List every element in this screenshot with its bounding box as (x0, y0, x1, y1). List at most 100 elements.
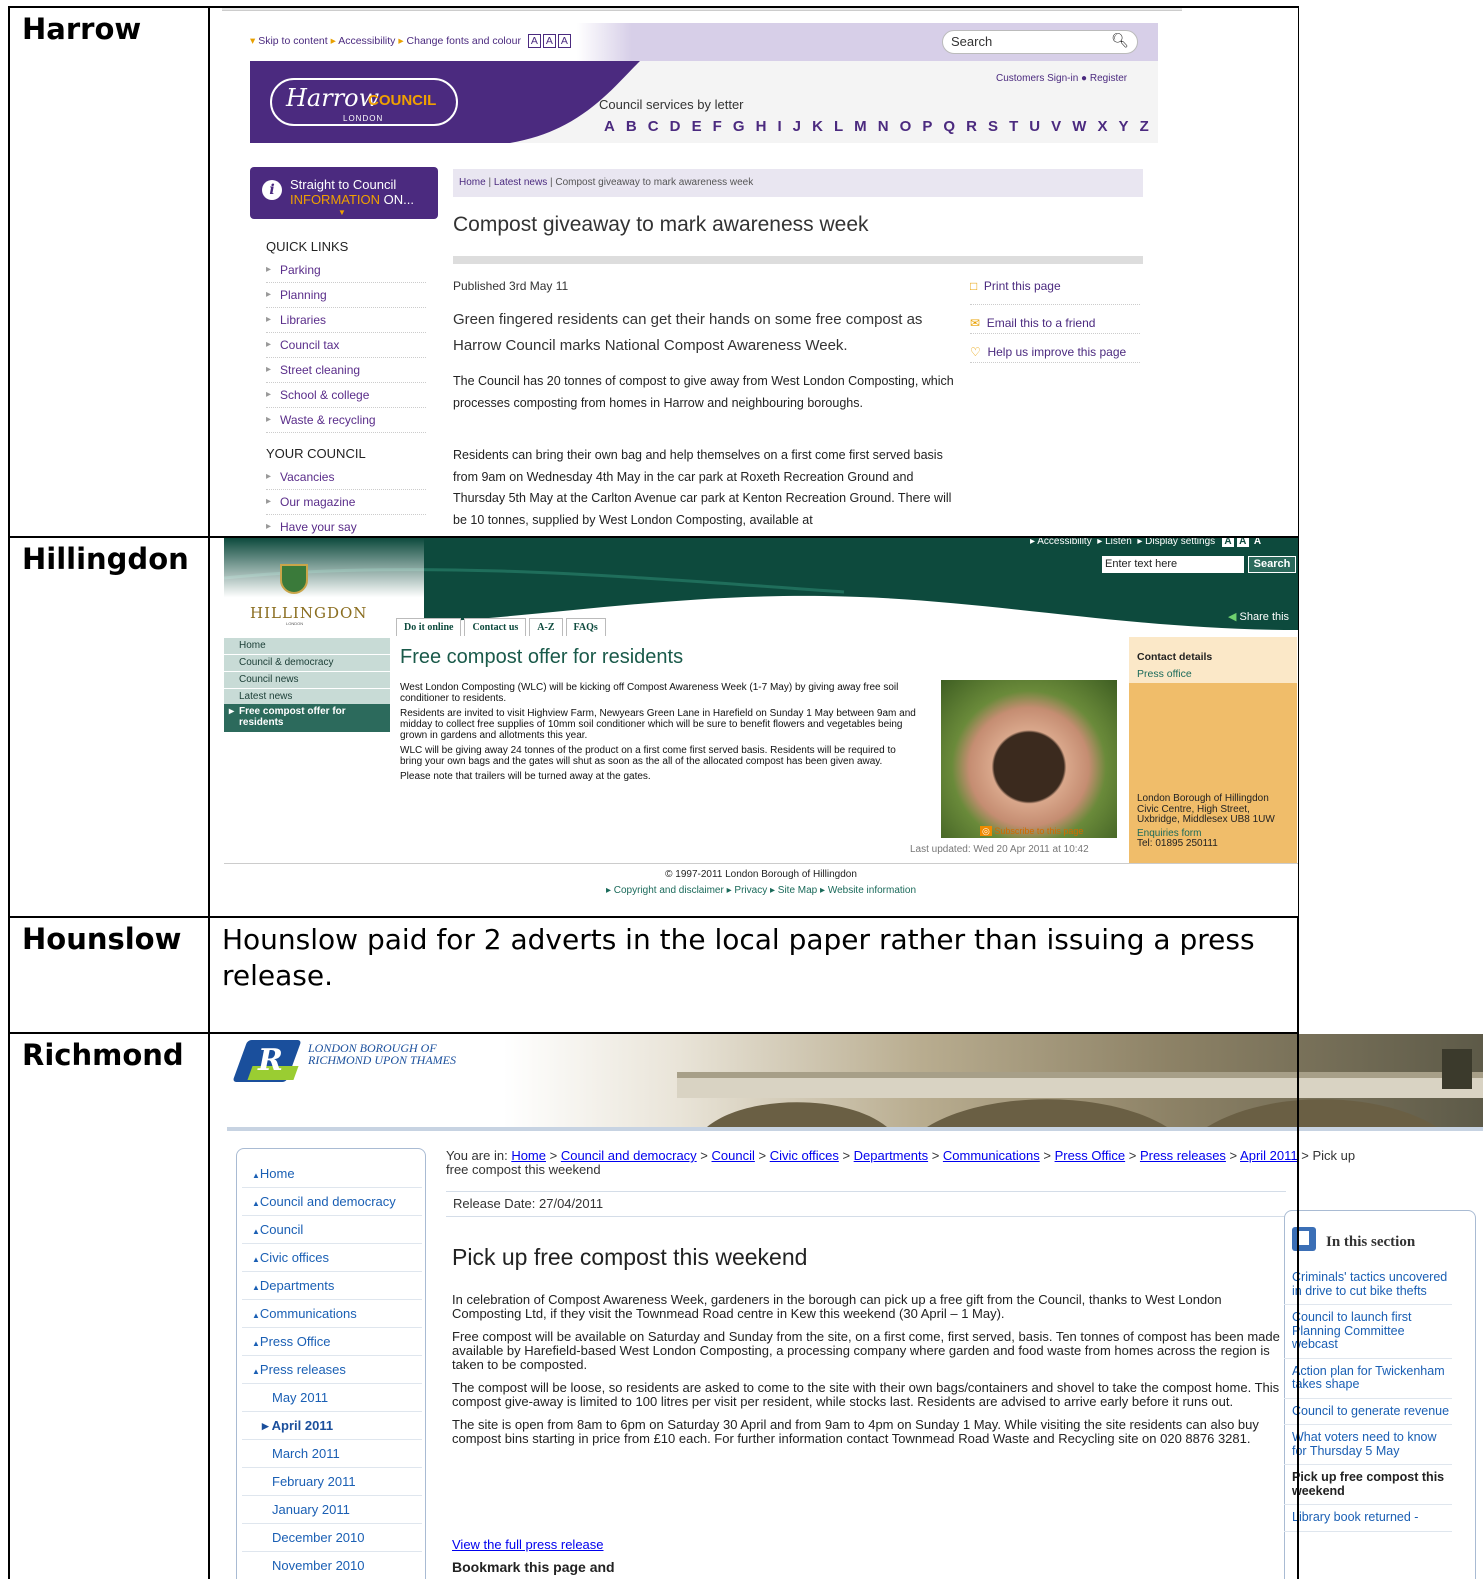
accessibility-link[interactable]: Accessibility (1037, 538, 1091, 547)
breadcrumb-home[interactable]: Home (459, 177, 486, 188)
nav-item[interactable]: ▲Council (242, 1216, 422, 1244)
breadcrumb-news[interactable]: Latest news (494, 177, 547, 188)
quick-link[interactable]: Street cleaning (266, 358, 426, 383)
tab[interactable]: A-Z (529, 618, 563, 636)
letter-link[interactable]: D (670, 118, 681, 135)
breadcrumb-link[interactable]: Council (712, 1148, 755, 1163)
letter-link[interactable]: S (988, 118, 998, 135)
footer-link[interactable]: Copyright and disclaimer (614, 885, 724, 896)
harrow-logo[interactable]: Harrow COUNCIL LONDON (270, 78, 458, 126)
full-release-link[interactable]: View the full press release (452, 1537, 604, 1552)
print-tool[interactable]: □ Print this page (970, 276, 1140, 305)
subscribe-link[interactable]: ◎ Subscribe to this page (980, 826, 1083, 837)
accessibility-link[interactable]: Accessibility (338, 35, 395, 47)
register-link[interactable]: Register (1090, 73, 1127, 84)
footer-link[interactable]: Website information (828, 885, 916, 896)
feedback-tool[interactable]: ♡ Help us improve this page (970, 334, 1140, 363)
nav-item[interactable]: ▲Civic offices (242, 1244, 422, 1272)
section-link[interactable]: Library book returned - (1284, 1505, 1452, 1532)
email-tool[interactable]: ✉ Email this to a friend (970, 305, 1140, 334)
quick-link[interactable]: Libraries (266, 308, 426, 333)
breadcrumb-link[interactable]: Press releases (1140, 1148, 1226, 1163)
search-icon[interactable]: 🔍︎ (1111, 32, 1129, 49)
nav-item[interactable]: ▲Press Office (242, 1328, 422, 1356)
nav-item[interactable]: Council & democracy (224, 655, 390, 671)
nav-active-item[interactable]: ▸ Free compost offer for residents (224, 704, 390, 732)
footer-link[interactable]: Privacy (734, 885, 767, 896)
text-size-large[interactable]: A (557, 34, 571, 48)
breadcrumb-link[interactable]: Home (511, 1148, 546, 1163)
search-input[interactable]: Search 🔍︎ (942, 30, 1138, 54)
footer-link[interactable]: Site Map (778, 885, 817, 896)
letter-link[interactable]: A (604, 118, 615, 135)
letter-link[interactable]: J (793, 118, 801, 135)
sub-nav-item[interactable]: January 2011 (242, 1496, 422, 1524)
letter-link[interactable]: L (834, 118, 843, 135)
council-link[interactable]: Vacancies (266, 465, 426, 490)
quick-link[interactable]: Parking (266, 258, 426, 283)
letter-link[interactable]: T (1009, 118, 1018, 135)
email-link[interactable]: Email this to a friend (987, 316, 1096, 330)
letter-link[interactable]: R (966, 118, 977, 135)
nav-item[interactable]: Latest news (224, 689, 390, 705)
press-office-link[interactable]: Press office (1137, 668, 1192, 680)
print-link[interactable]: Print this page (984, 279, 1061, 293)
letter-link[interactable]: W (1072, 118, 1086, 135)
share-link[interactable]: ◀ Share this (1228, 610, 1289, 623)
letter-link[interactable]: C (648, 118, 659, 135)
listen-link[interactable]: Listen (1105, 538, 1132, 547)
council-link[interactable]: Have your say (266, 515, 426, 536)
letter-link[interactable]: Y (1119, 118, 1129, 135)
breadcrumb-link[interactable]: Press Office (1055, 1148, 1126, 1163)
hillingdon-logo[interactable]: HILLINGDON (250, 604, 367, 622)
feedback-link[interactable]: Help us improve this page (987, 345, 1126, 359)
richmond-logo-icon[interactable]: R (232, 1040, 302, 1082)
letter-link[interactable]: P (922, 118, 932, 135)
section-link[interactable]: Action plan for Twickenham takes shape (1284, 1359, 1452, 1399)
text-size-medium[interactable]: A (1236, 538, 1249, 547)
straight-to-council-box[interactable]: i Straight to Council INFORMATION ON... … (250, 167, 438, 219)
text-size-large[interactable]: A (1252, 538, 1264, 547)
quick-link[interactable]: School & college (266, 383, 426, 408)
letter-link[interactable]: B (626, 118, 637, 135)
sign-in-link[interactable]: Customers Sign-in (996, 73, 1078, 84)
letter-link[interactable]: Q (943, 118, 955, 135)
nav-item[interactable]: ▲Departments (242, 1272, 422, 1300)
letter-link[interactable]: V (1051, 118, 1061, 135)
breadcrumb-link[interactable]: Civic offices (770, 1148, 839, 1163)
nav-item[interactable]: ▲Home (242, 1160, 422, 1188)
display-settings-link[interactable]: Display settings (1145, 538, 1215, 547)
section-link[interactable]: Council to generate revenue (1284, 1399, 1452, 1425)
sub-nav-item[interactable]: May 2011 (242, 1384, 422, 1412)
nav-item[interactable]: ▲Communications (242, 1300, 422, 1328)
tab[interactable]: Do it online (396, 618, 462, 636)
nav-item[interactable]: Council news (224, 672, 390, 688)
text-size-small[interactable]: A (1221, 538, 1234, 547)
tab[interactable]: Contact us (464, 618, 527, 636)
text-size-small[interactable]: A (527, 34, 541, 48)
nav-item[interactable]: ▲Press releases (242, 1356, 422, 1384)
quick-link[interactable]: Planning (266, 283, 426, 308)
skip-link[interactable]: Skip to content (258, 35, 327, 47)
sub-nav-item[interactable]: November 2010 (242, 1552, 422, 1579)
section-link[interactable]: What voters need to know for Thursday 5 … (1284, 1425, 1452, 1465)
section-link[interactable]: Council to launch first Planning Committ… (1284, 1305, 1452, 1359)
breadcrumb-link[interactable]: Council and democracy (561, 1148, 697, 1163)
search-input[interactable]: Enter text here (1102, 556, 1244, 573)
quick-link[interactable]: Council tax (266, 333, 426, 358)
sub-nav-item[interactable]: February 2011 (242, 1468, 422, 1496)
letter-link[interactable]: N (878, 118, 889, 135)
sub-nav-item[interactable]: December 2010 (242, 1524, 422, 1552)
section-link[interactable]: Criminals' tactics uncovered in drive to… (1284, 1265, 1452, 1305)
text-size-medium[interactable]: A (542, 34, 556, 48)
letter-link[interactable]: H (756, 118, 767, 135)
letter-link[interactable]: X (1097, 118, 1107, 135)
letter-link[interactable]: M (854, 118, 867, 135)
search-button[interactable]: Search (1248, 556, 1296, 573)
breadcrumb-link[interactable]: Departments (854, 1148, 928, 1163)
nav-item[interactable]: ▲Council and democracy (242, 1188, 422, 1216)
letter-link[interactable]: F (713, 118, 722, 135)
letter-link[interactable]: O (900, 118, 912, 135)
sub-nav-item[interactable]: ▸ April 2011 (242, 1412, 422, 1440)
letter-link[interactable]: I (777, 118, 781, 135)
